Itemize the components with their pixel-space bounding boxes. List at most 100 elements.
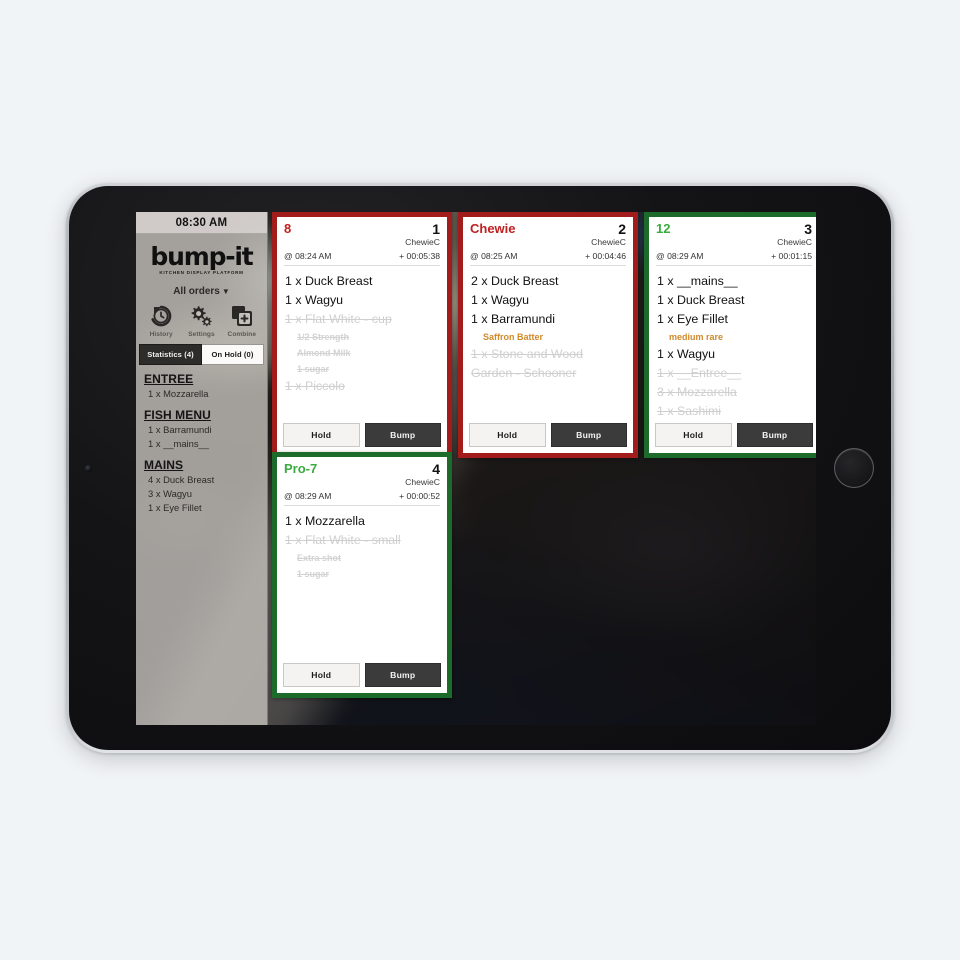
tool-history-label: History [149,331,173,338]
order-card-header: 8 1 ChewieC @ 08:24 AM + 00:05:38 [277,217,447,266]
order-item[interactable]: 1 x Duck Breast [285,272,439,291]
order-elapsed-time: + 00:00:52 [399,491,440,501]
order-user: ChewieC [777,237,812,247]
chevron-down-icon: ▼ [221,287,230,296]
tool-settings-label: Settings [188,331,215,338]
order-item[interactable]: 1 x Wagyu [285,291,439,310]
bump-button[interactable]: Bump [364,663,441,687]
summary-heading: ENTREE [144,372,194,386]
order-item[interactable]: 1 x Wagyu [657,345,811,364]
hold-button[interactable]: Hold [655,423,732,447]
logo-wordmark: bump-it [150,242,253,271]
order-card-header: Pro-7 4 ChewieC @ 08:29 AM + 00:00:52 [277,457,447,506]
order-item[interactable]: 1 x Eye Fillet [657,310,811,329]
order-item[interactable]: medium rare [657,329,811,345]
order-item-list: 1 x Mozzarella 1 x Flat White - small Extr… [277,506,447,663]
tool-icon-row: History Settings Combine [136,297,267,340]
order-item[interactable]: 1 x Flat White - cup [285,310,439,329]
summary-heading: FISH MENU [144,408,211,422]
clock: 08:30 AM [136,212,267,234]
order-item[interactable]: Almond Milk [285,345,439,361]
tab-on-hold[interactable]: On Hold (0) [202,344,264,365]
order-item-list: 1 x Duck Breast 1 x Wagyu 1 x Flat White -… [277,266,447,423]
order-item[interactable]: 3 x Mozzarella [657,383,811,402]
order-item[interactable]: 1 sugar [285,566,439,582]
order-card-grid: 8 1 ChewieC @ 08:24 AM + 00:05:38 1 x Duck Br… [272,212,816,725]
order-number: 4 [432,461,440,477]
tool-combine-label: Combine [227,331,257,338]
order-number: 3 [804,221,812,237]
summary-line: 1 x Barramundi [148,424,212,435]
tool-history[interactable]: History [142,303,180,338]
order-number: 2 [618,221,626,237]
summary-line: 3 x Wagyu [148,488,192,499]
order-card-header: Chewie 2 ChewieC @ 08:25 AM + 00:04:46 [463,217,633,266]
order-placed-time: @ 08:29 AM [656,251,704,261]
order-user: ChewieC [405,237,440,247]
order-filter-label: All orders [173,286,220,297]
order-placed-time: @ 08:25 AM [470,251,518,261]
order-item[interactable]: Extra shot [285,550,439,566]
order-item[interactable]: 1 x __Entree__ [657,364,811,383]
order-elapsed-time: + 00:01:15 [771,251,812,261]
hold-button[interactable]: Hold [283,663,360,687]
order-summary-list: ENTREE 1 x Mozzarella FISH MENU 1 x Barr… [136,365,267,515]
hold-button[interactable]: Hold [469,423,546,447]
bump-button[interactable]: Bump [364,423,441,447]
summary-line: 1 x Eye Fillet [148,502,202,513]
order-placed-time: @ 08:29 AM [284,491,332,501]
summary-line: 1 x __mains__ [148,438,209,449]
tool-combine[interactable]: Combine [223,303,261,338]
order-item[interactable]: 1 x Piccolo [285,377,439,396]
order-card[interactable]: Pro-7 4 ChewieC @ 08:29 AM + 00:00:52 1 x Moz… [272,452,452,698]
gear-icon [192,306,213,327]
sidebar-tabs: Statistics (4) On Hold (0) [139,344,264,365]
order-item-list: 1 x __mains__ 1 x Duck Breast 1 x Eye Fill… [649,266,816,423]
order-elapsed-time: + 00:04:46 [585,251,626,261]
order-name: 12 [656,221,671,236]
combine-icon [231,306,252,326]
order-item[interactable]: 1 x __mains__ [657,272,811,291]
history-icon [151,305,172,327]
hold-button[interactable]: Hold [283,423,360,447]
tab-statistics[interactable]: Statistics (4) [139,344,202,365]
order-user: ChewieC [405,477,440,487]
bump-button[interactable]: Bump [550,423,627,447]
order-item[interactable]: 1 x Stone and Wood [471,345,625,364]
order-name: Pro-7 [284,461,318,476]
order-card-actions: Hold Bump [277,423,447,453]
order-item[interactable]: 1/2 Strength [285,329,439,345]
order-number: 1 [432,221,440,237]
order-item[interactable]: 1 x Wagyu [471,291,625,310]
order-card[interactable]: 8 1 ChewieC @ 08:24 AM + 00:05:38 1 x Duck Br… [272,212,452,458]
order-card-actions: Hold Bump [463,423,633,453]
order-item[interactable]: 1 x Mozzarella [285,512,439,531]
bump-button[interactable]: Bump [736,423,813,447]
order-card-actions: Hold Bump [649,423,816,453]
summary-heading: MAINS [144,458,184,472]
order-item[interactable]: Saffron Batter [471,329,625,345]
app-screen: 08:30 AM bump-it KITCHEN DISPLAY PLATFOR… [136,212,816,725]
order-item[interactable]: 1 x Duck Breast [657,291,811,310]
app-logo: bump-it KITCHEN DISPLAY PLATFORM [136,234,267,277]
order-item[interactable]: 2 x Duck Breast [471,272,625,291]
order-item[interactable]: Garden - Schooner [471,364,625,383]
order-name: 8 [284,221,292,236]
front-camera-icon [85,465,92,472]
tool-settings[interactable]: Settings [182,303,220,338]
order-placed-time: @ 08:24 AM [284,251,332,261]
order-elapsed-time: + 00:05:38 [399,251,440,261]
summary-line: 4 x Duck Breast [148,474,215,485]
order-card[interactable]: 12 3 ChewieC @ 08:29 AM + 00:01:15 1 x __main… [644,212,816,458]
summary-line: 1 x Mozzarella [148,388,209,399]
order-name: Chewie [470,221,516,236]
order-item[interactable]: 1 x Barramundi [471,310,625,329]
order-item[interactable]: 1 x Flat White - small [285,531,439,550]
order-item[interactable]: 1 sugar [285,361,439,377]
home-button[interactable] [834,448,874,488]
order-card-header: 12 3 ChewieC @ 08:29 AM + 00:01:15 [649,217,816,266]
order-card-actions: Hold Bump [277,663,447,693]
order-card[interactable]: Chewie 2 ChewieC @ 08:25 AM + 00:04:46 2 x Du… [458,212,638,458]
order-filter-dropdown[interactable]: All orders ▼ [136,286,267,297]
order-item[interactable]: 1 x Sashimi [657,402,811,421]
